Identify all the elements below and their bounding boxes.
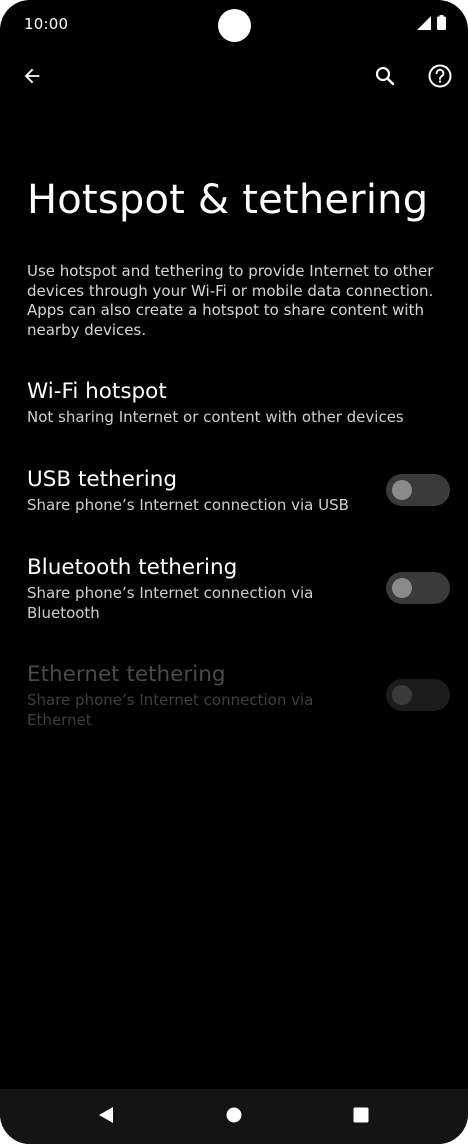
status-bar: 10:00 xyxy=(0,0,468,52)
switch-thumb xyxy=(392,685,412,705)
search-icon xyxy=(373,64,397,92)
nav-home-icon xyxy=(225,1106,243,1128)
wifi-hotspot-title: Wi-Fi hotspot xyxy=(27,379,167,404)
search-button[interactable] xyxy=(365,58,405,98)
ethernet-tethering-item: Ethernet tethering Share phone’s Interne… xyxy=(0,661,468,741)
signal-icon xyxy=(417,15,431,34)
nav-home-button[interactable] xyxy=(216,1099,252,1135)
app-bar xyxy=(0,56,468,104)
nav-back-button[interactable] xyxy=(88,1099,124,1135)
navigation-bar xyxy=(0,1089,468,1144)
ethernet-tethering-summary: Share phone’s Internet connection via Et… xyxy=(27,691,314,729)
usb-tethering-switch[interactable] xyxy=(386,474,450,506)
help-icon xyxy=(427,63,453,93)
camera-cutout xyxy=(218,9,251,42)
status-icons xyxy=(417,15,446,34)
wifi-hotspot-item[interactable]: Wi-Fi hotspot Not sharing Internet or co… xyxy=(0,378,468,444)
nav-back-icon xyxy=(97,1106,115,1128)
wifi-hotspot-summary: Not sharing Internet or content with oth… xyxy=(27,408,404,426)
back-button[interactable] xyxy=(12,58,52,98)
switch-thumb xyxy=(392,480,412,500)
bluetooth-tethering-switch[interactable] xyxy=(386,572,450,604)
page-description: Use hotspot and tethering to provide Int… xyxy=(27,262,434,339)
page-title: Hotspot & tethering xyxy=(27,177,429,223)
switch-thumb xyxy=(392,578,412,598)
ethernet-tethering-title: Ethernet tethering xyxy=(27,662,226,687)
usb-tethering-title: USB tethering xyxy=(27,467,177,492)
usb-tethering-summary: Share phone’s Internet connection via US… xyxy=(27,496,349,514)
arrow-back-icon xyxy=(21,65,43,91)
status-time: 10:00 xyxy=(24,15,69,33)
ethernet-tethering-switch xyxy=(386,679,450,711)
battery-icon xyxy=(437,15,446,34)
phone-screen: 10:00 Hotspot & tethering Use hotspot an… xyxy=(0,0,468,1144)
bluetooth-tethering-item[interactable]: Bluetooth tethering Share phone’s Intern… xyxy=(0,554,468,634)
usb-tethering-item[interactable]: USB tethering Share phone’s Internet con… xyxy=(0,466,468,536)
bluetooth-tethering-summary: Share phone’s Internet connection via Bl… xyxy=(27,584,314,622)
nav-recents-icon xyxy=(352,1106,370,1128)
nav-recents-button[interactable] xyxy=(343,1099,379,1135)
help-button[interactable] xyxy=(420,58,460,98)
bluetooth-tethering-title: Bluetooth tethering xyxy=(27,555,238,580)
